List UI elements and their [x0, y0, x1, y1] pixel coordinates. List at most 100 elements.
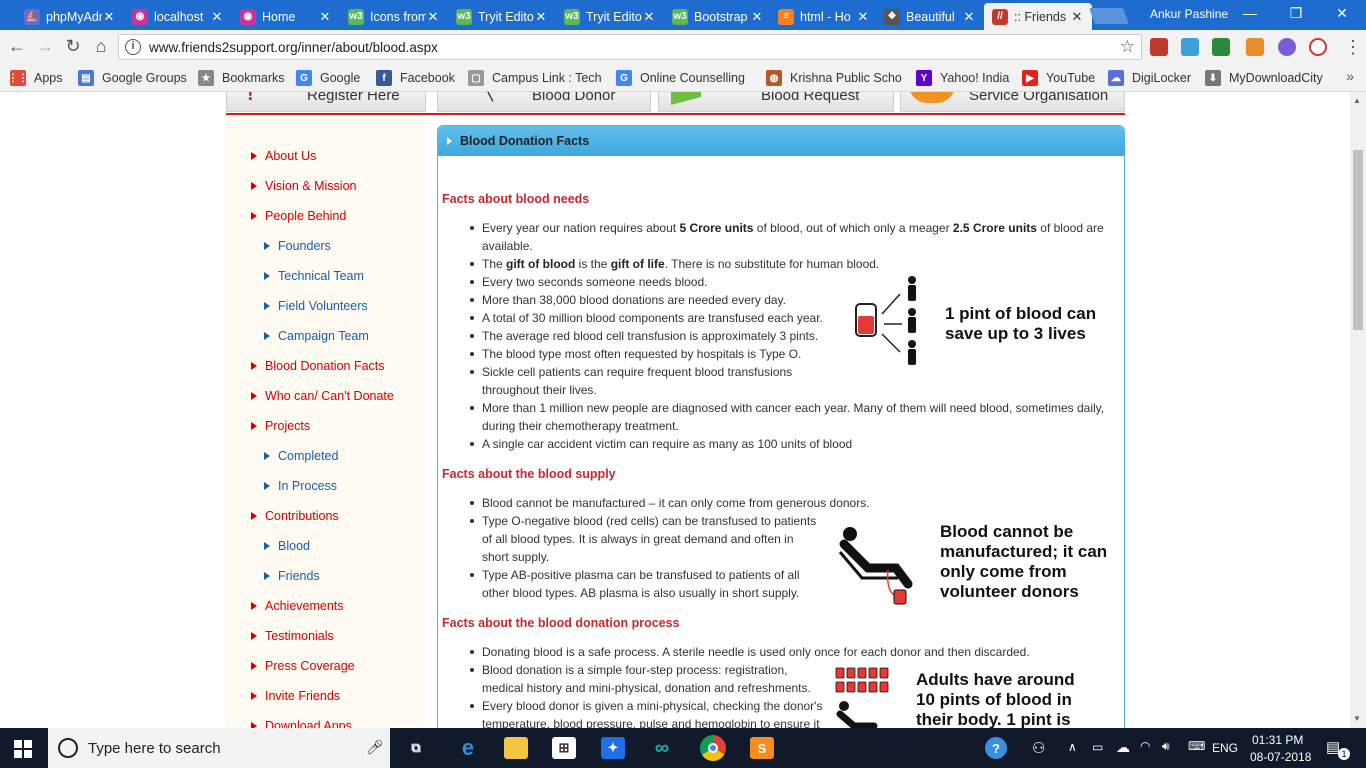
- browser-tab[interactable]: w3 Tryit Edito ✕: [448, 3, 556, 30]
- menu-service-organisation[interactable]: Service Organisation: [900, 92, 1125, 112]
- tab-close-icon[interactable]: ✕: [318, 9, 332, 25]
- browser-menu-icon[interactable]: ⋮: [1344, 37, 1362, 58]
- menu-register-here[interactable]: ! Register Here: [226, 92, 426, 112]
- menu-blood-donor[interactable]: ╲ Blood Donor: [437, 92, 651, 112]
- bookmark-star-icon[interactable]: ☆: [1120, 37, 1135, 57]
- sidebar-item[interactable]: Blood: [264, 539, 310, 553]
- sidebar-item[interactable]: People Behind: [251, 209, 346, 223]
- profile-name[interactable]: Ankur Pashine: [1150, 7, 1228, 21]
- browser-tab[interactable]: w3 Icons from ✕: [340, 3, 448, 30]
- scrollbar-thumb[interactable]: [1353, 150, 1363, 330]
- sidebar-item[interactable]: Projects: [251, 419, 310, 433]
- sidebar-item[interactable]: Invite Friends: [251, 689, 340, 703]
- minimize-icon[interactable]: —: [1240, 5, 1260, 21]
- sidebar-item[interactable]: Testimonials: [251, 629, 334, 643]
- browser-tab[interactable]: ❖ Beautiful ✕: [876, 3, 984, 30]
- clock-time[interactable]: 01:31 PM: [1252, 733, 1303, 747]
- tab-close-icon[interactable]: ✕: [1070, 9, 1084, 25]
- bookmark-item[interactable]: ☁ DigiLocker: [1108, 70, 1191, 86]
- tab-close-icon[interactable]: ✕: [962, 9, 976, 25]
- sidebar-item[interactable]: Blood Donation Facts: [251, 359, 385, 373]
- browser-tab[interactable]: ⛵ phpMyAdm✕: [16, 3, 124, 30]
- extension-off-icon[interactable]: [1246, 38, 1264, 56]
- bookmark-item[interactable]: ⋮⋮ Apps: [8, 70, 63, 86]
- sidebar-item[interactable]: Completed: [264, 449, 338, 463]
- extension-circle-icon[interactable]: [1278, 38, 1296, 56]
- microphone-icon[interactable]: 🎤︎: [366, 739, 384, 756]
- edge-icon[interactable]: e: [456, 735, 480, 760]
- sidebar-item[interactable]: Founders: [264, 239, 331, 253]
- bookmark-item[interactable]: f Facebook: [376, 70, 455, 86]
- extension-gem-icon[interactable]: [1212, 38, 1230, 56]
- extension-shield-icon[interactable]: [1181, 38, 1199, 56]
- help-icon[interactable]: ?: [985, 737, 1007, 759]
- keyboard-icon[interactable]: ⌨: [1188, 739, 1205, 753]
- people-icon[interactable]: ⚇: [1032, 739, 1045, 757]
- home-icon[interactable]: ⌂: [90, 36, 112, 57]
- browser-tab[interactable]: w3 Tryit Edito ✕: [556, 3, 664, 30]
- bookmarks-more-icon[interactable]: »: [1346, 68, 1354, 84]
- onedrive-icon[interactable]: ☁: [1116, 739, 1130, 756]
- sidebar-item[interactable]: Download Apps: [251, 719, 352, 728]
- browser-tab[interactable]: ◉ localhost ✕: [124, 3, 232, 30]
- tab-close-icon[interactable]: ✕: [534, 9, 548, 25]
- new-tab-button[interactable]: [1089, 8, 1129, 24]
- chrome-icon[interactable]: [700, 735, 726, 761]
- store-icon[interactable]: ⊞: [552, 737, 576, 759]
- bookmark-item[interactable]: ▤ Google Groups: [78, 70, 187, 86]
- sidebar-item[interactable]: Technical Team: [264, 269, 364, 283]
- windows-start-icon[interactable]: [14, 740, 32, 758]
- reload-icon[interactable]: ↻: [62, 36, 84, 57]
- sidebar-item[interactable]: Vision & Mission: [251, 179, 356, 193]
- wifi-icon[interactable]: ◠: [1140, 739, 1150, 753]
- sidebar-item[interactable]: Friends: [264, 569, 320, 583]
- bookmark-item[interactable]: Y Yahoo! India: [916, 70, 1009, 86]
- extension-block-icon[interactable]: [1309, 38, 1327, 56]
- page-scrollbar[interactable]: ▲ ▼: [1350, 92, 1366, 728]
- bookmark-item[interactable]: ★ Bookmarks: [198, 70, 285, 86]
- sidebar-item[interactable]: Contributions: [251, 509, 339, 523]
- tab-close-icon[interactable]: ✕: [856, 9, 870, 25]
- task-view-icon[interactable]: ⧉: [404, 737, 428, 759]
- extension-bookmark-icon[interactable]: [1150, 38, 1168, 56]
- scroll-up-icon[interactable]: ▲: [1353, 96, 1361, 105]
- bookmark-item[interactable]: ▢ Campus Link : Tech: [468, 70, 602, 86]
- sidebar-item[interactable]: About Us: [251, 149, 316, 163]
- sidebar-item[interactable]: Press Coverage: [251, 659, 355, 673]
- file-explorer-icon[interactable]: [504, 737, 528, 759]
- sidebar-item[interactable]: Who can/ Can't Donate: [251, 389, 394, 403]
- language-indicator[interactable]: ENG: [1212, 741, 1238, 755]
- browser-tab[interactable]: ◉ Home ✕: [232, 3, 340, 30]
- address-bar[interactable]: i www.friends2support.org/inner/about/bl…: [118, 34, 1142, 60]
- tab-close-icon[interactable]: ✕: [210, 9, 224, 25]
- bookmark-item[interactable]: ⬇ MyDownloadCity: [1205, 70, 1323, 86]
- browser-tab[interactable]: ≡ html - Ho ✕: [770, 3, 878, 30]
- tab-close-icon[interactable]: ✕: [102, 9, 116, 25]
- sidebar-item[interactable]: In Process: [264, 479, 337, 493]
- back-icon[interactable]: ←: [6, 36, 28, 57]
- bookmark-item[interactable]: ▶ YouTube: [1022, 70, 1095, 86]
- tray-chevron-icon[interactable]: ∧: [1068, 740, 1077, 754]
- sidebar-item[interactable]: Campaign Team: [264, 329, 369, 343]
- tab-close-icon[interactable]: ✕: [426, 9, 440, 25]
- url-text[interactable]: www.friends2support.org/inner/about/bloo…: [149, 40, 438, 55]
- sidebar-item[interactable]: Field Volunteers: [264, 299, 368, 313]
- tab-close-icon[interactable]: ✕: [750, 9, 764, 25]
- scroll-down-icon[interactable]: ▼: [1353, 714, 1361, 723]
- tab-close-icon[interactable]: ✕: [642, 9, 656, 25]
- dropbox-icon[interactable]: ✦: [601, 737, 625, 759]
- sidebar-item[interactable]: Achievements: [251, 599, 344, 613]
- bookmark-item[interactable]: G Online Counselling: [616, 70, 745, 86]
- site-info-icon[interactable]: i: [125, 39, 141, 55]
- menu-blood-request[interactable]: Blood Request: [658, 92, 894, 112]
- browser-tab[interactable]: //:: Friends ✕: [984, 3, 1092, 30]
- close-window-icon[interactable]: ✕: [1332, 5, 1352, 22]
- taskbar-search-box[interactable]: Type here to search 🎤︎: [48, 728, 390, 768]
- clock-date[interactable]: 08-07-2018: [1250, 750, 1311, 764]
- bookmark-item[interactable]: G Google: [296, 70, 360, 86]
- arduino-icon[interactable]: ∞: [650, 737, 674, 759]
- sublime-text-icon[interactable]: S: [750, 737, 774, 759]
- battery-icon[interactable]: ▭: [1092, 740, 1103, 754]
- browser-tab[interactable]: w3 Bootstrap ✕: [664, 3, 772, 30]
- forward-icon[interactable]: →: [34, 36, 56, 57]
